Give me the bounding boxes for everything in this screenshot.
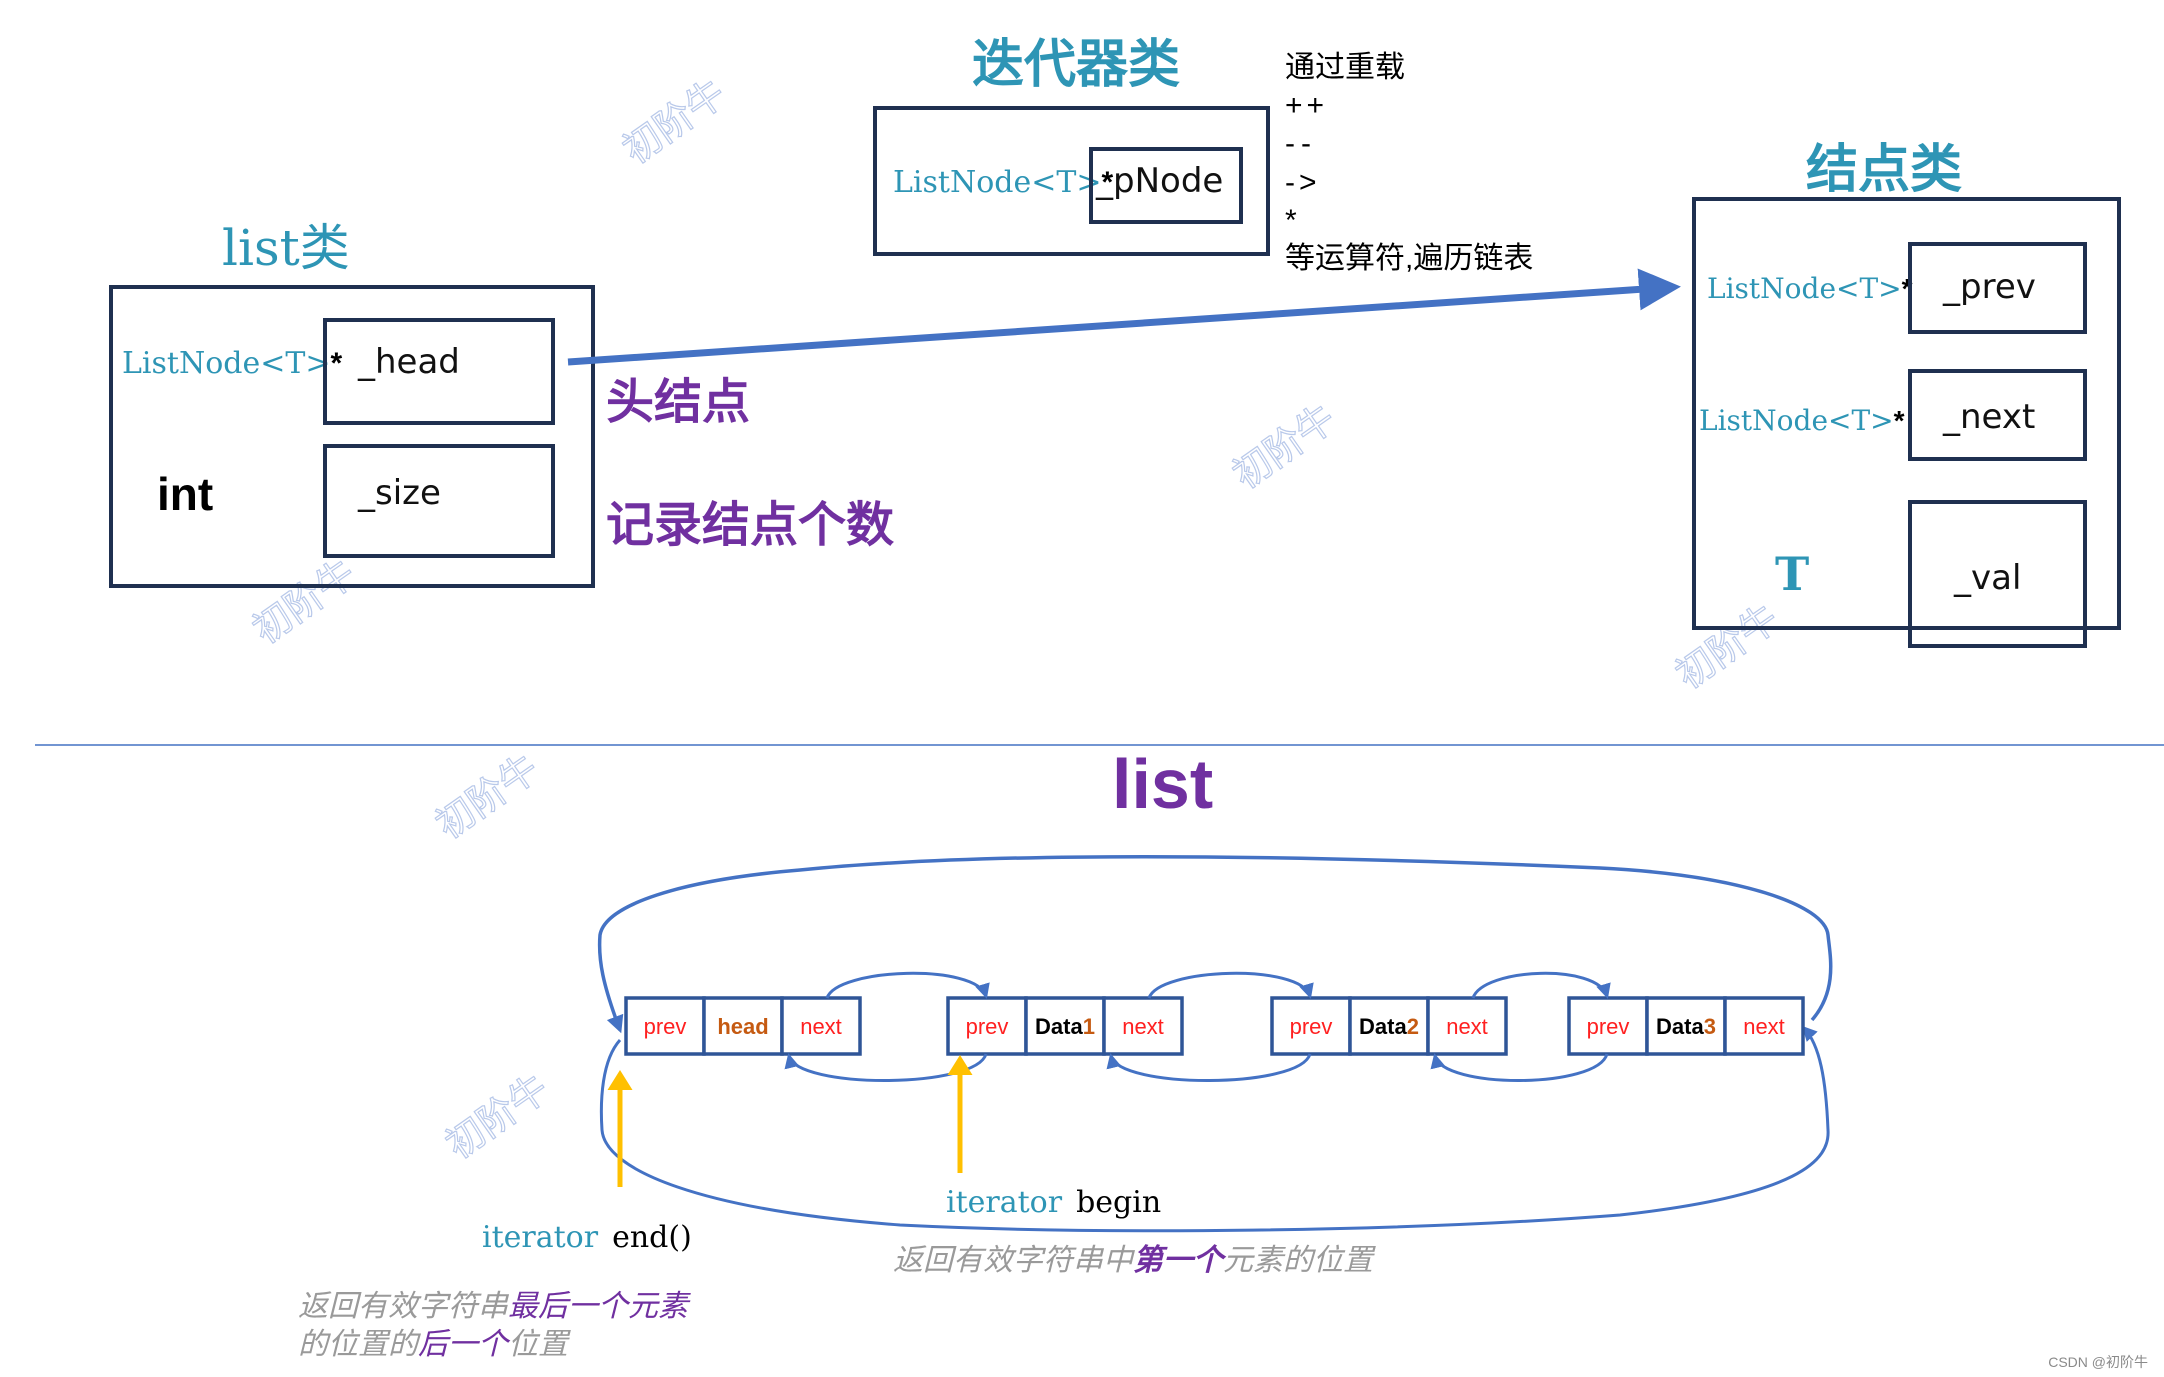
note-line: 等运算符,遍历链表 (1285, 242, 1533, 275)
head-annotation: 头结点 (606, 374, 750, 430)
note-line: -> (1285, 166, 1321, 199)
node-class: 结点类 ListNode<T>* _prev ListNode<T>* _nex… (1692, 139, 2121, 648)
head-node: prev head next (624, 996, 862, 1056)
next-field-name: _next (1942, 397, 2035, 437)
prev-cell-label: prev (1587, 1014, 1630, 1039)
iterator-notes: 通过重载 ++ -- -> * 等运算符,遍历链表 (1285, 51, 1533, 275)
diagram-canvas: 初阶牛 初阶牛 初阶牛 初阶牛 初阶牛 初阶牛 list类 ListNode<T… (35, 34, 2164, 1370)
next-link (1471, 971, 1611, 999)
prev-field-name: _prev (1942, 267, 2036, 307)
val-field-name: _val (1953, 558, 2021, 598)
next-link (825, 971, 990, 999)
prev-type-label: ListNode<T>* (1707, 272, 1913, 305)
node-class-title: 结点类 (1806, 139, 1962, 200)
list-class-box (109, 285, 595, 588)
prev-cell-label: prev (644, 1014, 687, 1039)
size-type-label: int (157, 468, 213, 520)
next-link (1147, 971, 1314, 999)
data-cell-label: Data3 (1656, 1014, 1716, 1039)
next-cell-label: next (1446, 1014, 1488, 1039)
next-type-label: ListNode<T>* (1699, 404, 1905, 437)
prev-link (1106, 1053, 1312, 1082)
prev-cell-label: prev (1290, 1014, 1333, 1039)
end-label: iterator end() (482, 1220, 692, 1255)
watermark: 初阶牛 (245, 551, 364, 652)
outer-link-bottom (599, 1025, 1830, 1233)
iterator-class-title: 迭代器类 (972, 34, 1180, 95)
watermark: 初阶牛 (438, 1066, 557, 1167)
head-field-name: _head (357, 342, 460, 382)
iterator-class: 迭代器类 ListNode<T>* _pNode 通过重载 ++ -- -> *… (873, 34, 1533, 275)
note-line: * (1285, 204, 1297, 237)
next-cell-label: next (800, 1014, 842, 1039)
list-class: list类 ListNode<T>* _head int _size 头结点 记… (109, 219, 894, 588)
note-line: -- (1285, 127, 1317, 160)
data-cell-label: Data1 (1035, 1014, 1095, 1039)
prev-link (1430, 1053, 1609, 1082)
end-note-line1: 返回有效字符串最后一个元素 (298, 1289, 691, 1324)
begin-note: 返回有效字符串中第一个元素的位置 (893, 1243, 1376, 1278)
head-to-node-arrow (567, 268, 1681, 366)
data-node: prev Data3 next (1567, 996, 1805, 1056)
watermark: 初阶牛 (1668, 596, 1787, 697)
data-cell-label: head (717, 1014, 768, 1039)
next-cell-label: next (1743, 1014, 1785, 1039)
data-node: prev Data2 next (1270, 996, 1508, 1056)
next-cell-label: next (1122, 1014, 1164, 1039)
pnode-type-label: ListNode<T>* (893, 165, 1114, 200)
watermark: 初阶牛 (428, 746, 547, 847)
prev-link (784, 1053, 988, 1082)
credit-label: CSDN @初阶牛 (2048, 1354, 2148, 1370)
node-chain: prev head next prev Data1 next prev Data2 next pr… (624, 996, 1805, 1056)
size-annotation: 记录结点个数 (606, 497, 894, 553)
begin-label: iterator begin (946, 1185, 1161, 1220)
pnode-field-name: _pNode (1095, 161, 1223, 201)
head-type-label: ListNode<T>* (122, 346, 343, 381)
size-field-name: _size (357, 473, 441, 513)
watermark: 初阶牛 (615, 71, 734, 172)
watermark: 初阶牛 (1225, 396, 1344, 497)
data-node: prev Data1 next (946, 996, 1184, 1056)
list-diagram-title: list (1112, 745, 1213, 823)
note-line: 通过重载 (1285, 51, 1405, 84)
list-class-title: list类 (222, 219, 350, 277)
note-line: ++ (1285, 89, 1328, 122)
data-cell-label: Data2 (1359, 1014, 1419, 1039)
prev-cell-label: prev (966, 1014, 1009, 1039)
end-note-line2: 的位置的后一个位置 (298, 1327, 571, 1362)
val-type-label: T (1775, 547, 1809, 601)
